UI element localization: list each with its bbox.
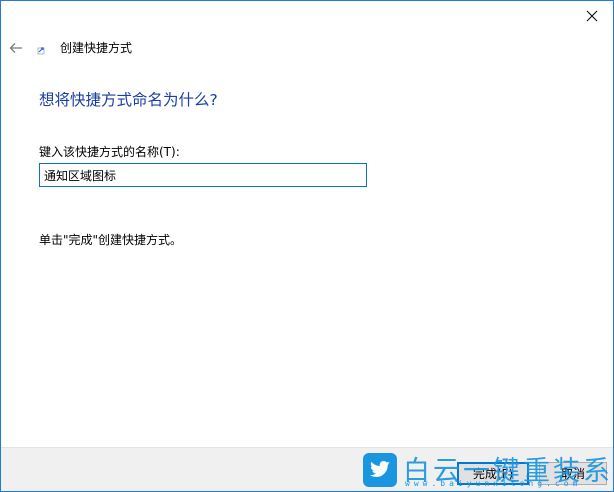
shortcut-name-label: 键入该快捷方式的名称(T): [39,145,180,159]
wizard-header: 创建快捷方式 [1,31,613,65]
shortcut-wizard-icon [35,41,47,55]
wizard-footer: 完成(F) 取消 [1,447,613,491]
create-shortcut-window: 创建快捷方式 想将快捷方式命名为什么? 键入该快捷方式的名称(T): 单击"完成… [0,0,614,492]
back-button[interactable] [5,38,27,58]
shortcut-name-input[interactable] [39,163,367,187]
wizard-title: 创建快捷方式 [60,41,133,55]
close-icon [586,10,598,22]
finish-hint-text: 单击"完成"创建快捷方式。 [39,233,183,247]
back-arrow-icon [9,43,22,53]
finish-button[interactable]: 完成(F) [457,462,529,485]
cancel-button[interactable]: 取消 [539,462,607,485]
close-button[interactable] [571,1,613,31]
page-heading: 想将快捷方式命名为什么? [39,91,218,109]
